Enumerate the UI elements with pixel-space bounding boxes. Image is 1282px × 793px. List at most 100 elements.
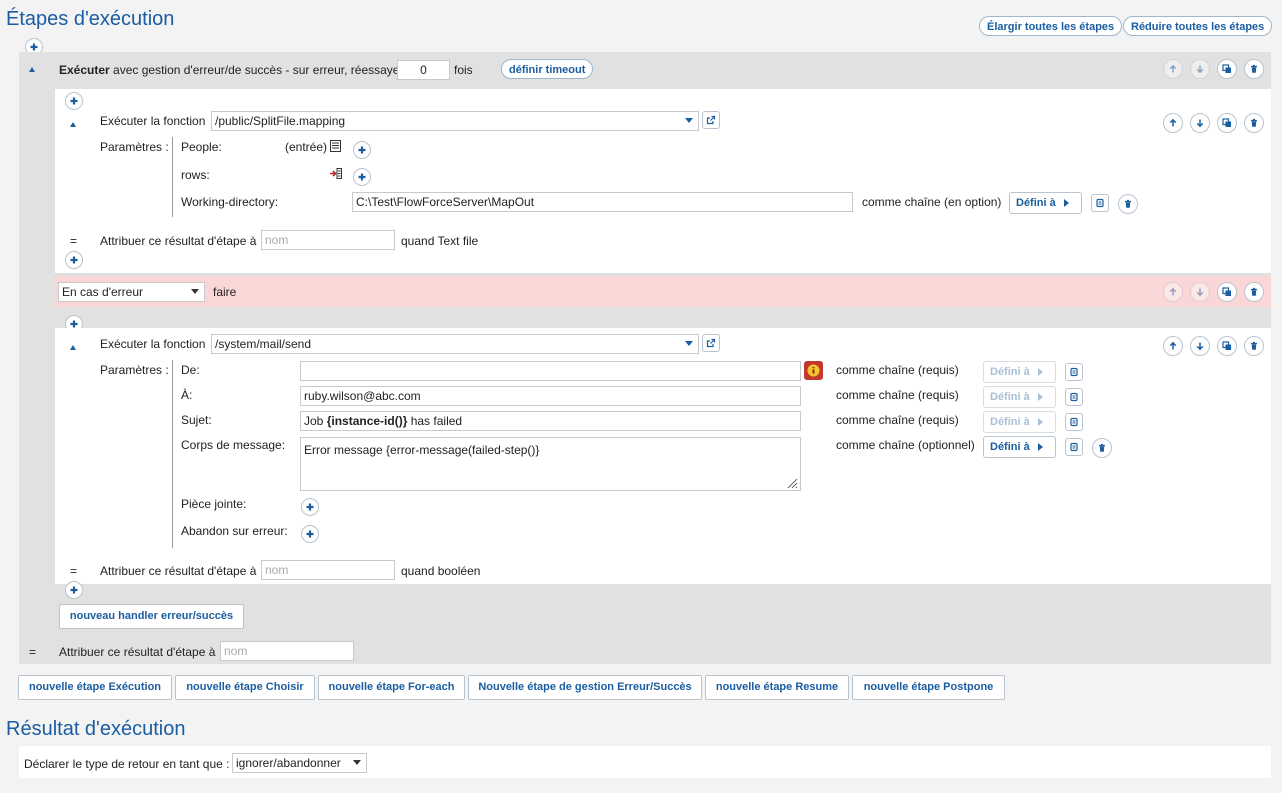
collapse-toggle-icon[interactable] (29, 67, 35, 72)
expression-button[interactable] (1065, 388, 1083, 406)
set-to-button[interactable]: Défini à (983, 436, 1056, 458)
step1-function-select[interactable]: /public/SplitFile.mapping (211, 111, 699, 131)
new-resume-step-button[interactable]: nouvelle étape Resume (705, 675, 849, 700)
open-function-button[interactable] (702, 111, 720, 129)
assign-label: Attribuer ce résultat d'étape à (59, 645, 216, 659)
plus-icon (69, 96, 79, 106)
delete-param-button[interactable] (1118, 194, 1138, 214)
expression-button[interactable] (1065, 413, 1083, 431)
scroll-icon (1069, 442, 1079, 452)
move-down-button[interactable] (1190, 113, 1210, 133)
subject-text: has failed (407, 414, 463, 428)
retry-count-input[interactable]: 0 (397, 60, 450, 80)
move-up-button[interactable] (1163, 59, 1183, 79)
trash-icon (1123, 199, 1133, 209)
chevron-down-icon (685, 341, 693, 346)
open-function-button[interactable] (702, 334, 720, 352)
set-to-label: Défini à (990, 416, 1030, 428)
add-step-button[interactable] (65, 251, 83, 269)
caret-right-icon (1037, 393, 1043, 402)
arrow-up-icon (1168, 118, 1178, 128)
new-execution-step-button[interactable]: nouvelle étape Exécution (18, 675, 172, 700)
collapse-all-button[interactable]: Réduire toutes les étapes (1123, 16, 1273, 36)
move-down-button[interactable] (1190, 282, 1210, 302)
assign-name-input[interactable]: nom (220, 641, 354, 661)
expression-button[interactable] (1065, 363, 1083, 381)
delete-button[interactable] (1244, 59, 1264, 79)
add-param-button[interactable] (301, 498, 319, 516)
set-to-label: Défini à (1016, 197, 1056, 209)
move-up-button[interactable] (1163, 113, 1183, 133)
trash-icon (1249, 287, 1259, 297)
return-type-select[interactable]: ignorer/abandonner (232, 753, 367, 773)
plus-icon (305, 502, 315, 512)
set-to-label: Défini à (990, 441, 1030, 453)
duplicate-button[interactable] (1217, 282, 1237, 302)
add-param-button[interactable] (353, 168, 371, 186)
move-down-button[interactable] (1190, 336, 1210, 356)
assign-label: Attribuer ce résultat d'étape à (100, 564, 257, 578)
plus-icon (69, 585, 79, 595)
param-name: rows: (181, 168, 210, 182)
subject-expression: {instance-id()} (326, 414, 408, 428)
new-handler-button[interactable]: nouveau handler erreur/succès (59, 604, 244, 629)
add-param-button[interactable] (301, 525, 319, 543)
expression-button[interactable] (1091, 194, 1109, 212)
set-to-label: Défini à (990, 391, 1030, 403)
caret-right-icon (1037, 418, 1043, 427)
duplicate-button[interactable] (1217, 113, 1237, 133)
param-name: De: (181, 363, 200, 377)
collapse-toggle-icon[interactable] (70, 122, 76, 127)
set-to-button[interactable]: Défini à (1009, 192, 1082, 214)
from-input[interactable] (300, 361, 801, 381)
return-type-label: Déclarer le type de retour en tant que : (24, 757, 230, 771)
new-error-success-step-button[interactable]: Nouvelle étape de gestion Erreur/Succès (468, 675, 702, 700)
new-postpone-step-button[interactable]: nouvelle étape Postpone (852, 675, 1005, 700)
plus-icon (357, 172, 367, 182)
delete-button[interactable] (1244, 113, 1264, 133)
to-input[interactable]: ruby.wilson@abc.com (300, 386, 801, 406)
delete-button[interactable] (1244, 336, 1264, 356)
assign-name-input[interactable]: nom (261, 230, 395, 250)
handler-condition-select[interactable]: En cas d'erreur (58, 282, 205, 302)
external-link-icon (706, 338, 716, 348)
add-step-button[interactable] (65, 92, 83, 110)
new-foreach-step-button[interactable]: nouvelle étape For-each (318, 675, 465, 700)
expand-all-button[interactable]: Élargir toutes les étapes (979, 16, 1123, 36)
move-up-button[interactable] (1163, 336, 1183, 356)
duplicate-button[interactable] (1217, 59, 1237, 79)
delete-param-button[interactable] (1092, 438, 1112, 458)
delete-button[interactable] (1244, 282, 1264, 302)
page-title: Étapes d'exécution (6, 8, 175, 30)
move-down-button[interactable] (1190, 59, 1210, 79)
step1-label: Exécuter la fonction (100, 114, 206, 128)
params-divider (172, 137, 173, 217)
expression-button[interactable] (1065, 438, 1083, 456)
arrow-up-icon (1168, 287, 1178, 297)
handler-do-label: faire (213, 285, 237, 299)
set-to-button[interactable]: Défini à (983, 386, 1056, 408)
working-directory-input[interactable]: C:\Test\FlowForceServer\MapOut (352, 192, 853, 212)
param-hint: (entrée) (285, 140, 328, 154)
resize-handle-icon[interactable] (786, 477, 798, 489)
assign-name-input[interactable]: nom (261, 560, 395, 580)
subject-input[interactable]: Job {instance-id()} has failed (300, 411, 801, 431)
assign-when-label: quand Text file (401, 234, 479, 248)
arrow-down-icon (1195, 341, 1205, 351)
set-to-button[interactable]: Défini à (983, 361, 1056, 383)
assign-when-label: quand booléen (401, 564, 481, 578)
chevron-down-icon (685, 118, 693, 123)
exec-bold-label: Exécuter (59, 63, 110, 77)
set-timeout-button[interactable]: définir timeout (501, 59, 594, 79)
add-step-button[interactable] (65, 581, 83, 599)
collapse-toggle-icon[interactable] (70, 345, 76, 350)
set-to-button[interactable]: Défini à (983, 411, 1056, 433)
trash-icon (1097, 443, 1107, 453)
function-path: /system/mail/send (215, 337, 312, 351)
duplicate-button[interactable] (1217, 336, 1237, 356)
step2-function-select[interactable]: /system/mail/send (211, 334, 699, 354)
add-param-button[interactable] (353, 141, 371, 159)
move-up-button[interactable] (1163, 282, 1183, 302)
message-body-textarea[interactable]: Error message {error-message(failed-step… (300, 437, 801, 491)
new-choose-step-button[interactable]: nouvelle étape Choisir (175, 675, 315, 700)
